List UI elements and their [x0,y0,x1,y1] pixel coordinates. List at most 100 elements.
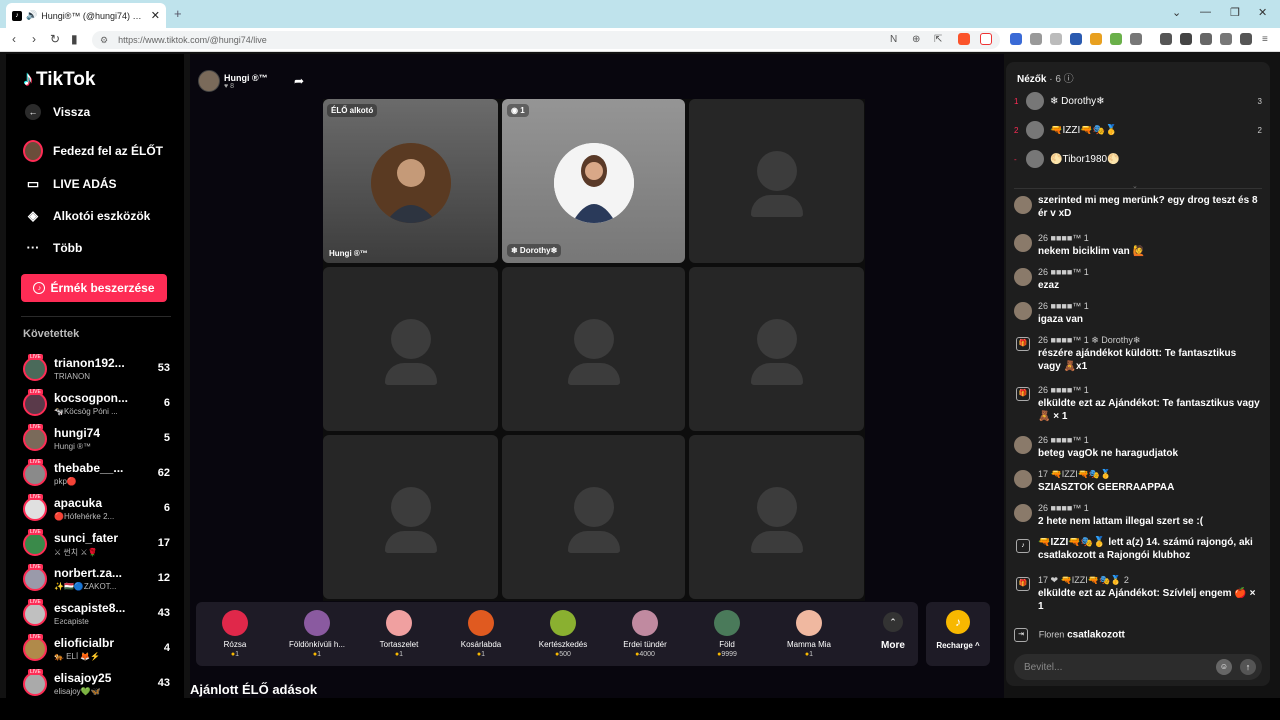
chat-user[interactable]: 26 ■■■■™ 1 [1038,232,1260,245]
viewer-row[interactable]: - 🌕Tibor1980🌕 [1014,148,1262,170]
following-item[interactable]: LIVE apacuka 🔴Hófehérke 2... 6 [21,494,171,526]
following-item[interactable]: LIVE trianon192... TRIANON 53 [21,354,171,386]
extension-tool-icon[interactable] [1030,33,1042,45]
avatar[interactable] [1014,196,1032,214]
chat-user[interactable]: 26 ■■■■™ 1 [1038,434,1260,447]
media-icon[interactable] [1160,33,1172,45]
avatar[interactable] [1014,268,1032,286]
following-name: thebabe__... [54,461,124,475]
gift-item[interactable]: Mamma Mia ●1 [772,602,846,666]
following-item[interactable]: LIVE kocsogpon... 🐄Köcsög Póni ... 6 [21,389,171,421]
chat-user[interactable]: 26 ■■■■™ 1 [1038,502,1260,515]
downloads-icon[interactable] [1220,33,1232,45]
extension-a-icon[interactable] [1050,33,1062,45]
user-placeholder-body [567,363,620,385]
nav-creator-tools[interactable]: ◈ Alkotói eszközök [23,208,150,224]
gift-price-value: 4000 [639,651,655,658]
chat-user[interactable]: 26 ■■■■™ 1 [1038,266,1260,279]
following-item[interactable]: LIVE sunci_fater ⚔ 썬치 ⚔🌹 17 [21,529,171,561]
avatar[interactable] [1014,470,1032,488]
chat-user[interactable]: 17 🔫IZZI🔫🎭🥇 [1038,468,1260,481]
tiktok-logo[interactable]: ♪ TikTok [23,68,95,91]
extension-e-icon[interactable] [1130,33,1142,45]
recharge-button[interactable]: ♪ Recharge ^ [926,602,990,666]
gift-item[interactable]: Tortaszelet ●1 [362,602,436,666]
viewer-row[interactable]: 2 🔫IZZI🔫🎭🥇 2 [1014,119,1262,141]
extension-b-icon[interactable] [1070,33,1082,45]
viewers-count[interactable]: · 6 ⓘ [1049,74,1073,85]
following-name: kocsogpon... [54,391,129,405]
avatar[interactable] [1014,504,1032,522]
send-icon[interactable]: ↑ [1240,659,1256,675]
translate-icon[interactable]: N [890,34,897,45]
chat-user[interactable]: 26 ■■■■™ 1 [1038,384,1260,397]
minimize-icon[interactable]: — [1200,6,1211,18]
guest-video-cell[interactable]: ◉ 1 ❄ Dorothy❄ [502,99,685,263]
zoom-icon[interactable]: ⊕ [912,34,920,45]
rewards-icon[interactable] [980,33,992,45]
gift-item[interactable]: Erdei tündér ●4000 [608,602,682,666]
gift-item[interactable]: Rózsa ●1 [198,602,272,666]
avatar[interactable] [1014,436,1032,454]
chat-input[interactable]: Bevitel... ☺ ↑ [1014,654,1262,680]
nav-live-broadcast[interactable]: ▭ LIVE ADÁS [23,176,117,192]
host-info[interactable]: Hungi ®™ ♥ 8 [198,70,268,92]
avatar[interactable] [1014,234,1032,252]
following-item[interactable]: LIVE elisajoy25 elisajoy💚🦋 43 [21,669,171,698]
empty-seat[interactable] [689,435,864,599]
following-item[interactable]: LIVE hungi74 Hungi ®™ 5 [21,424,171,456]
site-info-icon[interactable]: ⚙ [100,35,108,46]
nav-more[interactable]: ··· Több [23,240,83,255]
speaker-icon[interactable]: 🔊 [26,10,37,21]
following-item[interactable]: LIVE norbert.za... ✨🇭🇺🔵ZAKOT... 12 [21,564,171,596]
close-tab-icon[interactable]: ✕ [151,9,160,22]
following-item[interactable]: LIVE elioficialbr 🐅 ELÍ 🦊⚡ 4 [21,634,171,666]
host-label: Hungi ®™ [329,249,368,258]
share-page-icon[interactable]: ⇱ [934,34,942,45]
sidebar-toggle-icon[interactable] [1180,33,1192,45]
viewer-row[interactable]: 1 ❄ Dorothy❄ 3 [1014,90,1262,112]
restore-icon[interactable]: ❐ [1230,6,1240,19]
gift-item[interactable]: Kosárlabda ●1 [444,602,518,666]
extension-c-icon[interactable] [1090,33,1102,45]
chat-user[interactable]: 26 ■■■■™ 1 [1038,300,1260,313]
close-window-icon[interactable]: ✕ [1258,6,1267,19]
gift-item[interactable]: Kertészkedés ●500 [526,602,600,666]
chat-user[interactable]: 26 ■■■■™ 1 ❄ Dorothy❄ [1038,334,1260,347]
following-item[interactable]: LIVE thebabe__... pkp🔴 62 [21,459,171,491]
brave-shield-icon[interactable] [958,33,970,45]
back-button[interactable]: ← Vissza [23,104,90,120]
get-coins-button[interactable]: ♪ Érmék beszerzése [21,274,167,302]
bookmark-icon[interactable]: ▮ [71,32,78,46]
share-icon[interactable]: ➦ [294,74,304,88]
empty-seat[interactable] [689,267,864,431]
extension-d-icon[interactable] [1110,33,1122,45]
following-item[interactable]: LIVE escapiste8... Eꙅcapiste 43 [21,599,171,631]
tab-search-icon[interactable]: ⌄ [1172,6,1181,19]
empty-seat[interactable] [502,267,685,431]
vpn-icon[interactable] [1240,33,1252,45]
new-tab-icon[interactable]: + [174,6,182,21]
host-avatar[interactable] [198,70,220,92]
emoji-icon[interactable]: ☺ [1216,659,1232,675]
wallet-icon[interactable] [1200,33,1212,45]
empty-seat[interactable] [502,435,685,599]
empty-seat[interactable] [323,435,498,599]
empty-seat[interactable] [689,99,864,263]
back-nav-icon[interactable]: ‹ [12,32,16,46]
nav-discover-live[interactable]: Fedezd fel az ÉLŐT [23,140,163,162]
host-video-cell[interactable]: ÉLŐ alkotó Hungi ®™ [323,99,498,263]
menu-icon[interactable]: ≡ [1262,34,1268,45]
more-gifts-button[interactable]: ⌃ More [868,602,918,666]
live-badge: LIVE [28,669,43,675]
gift-item[interactable]: Föld ●9999 [690,602,764,666]
tab-active[interactable]: ♪ 🔊 Hungi®™ (@hungi74) ÉLŐ a ✕ [6,3,166,28]
avatar[interactable] [1014,302,1032,320]
chat-user[interactable]: 17 ❤ 🔫IZZI🔫🎭🥇 2 [1038,574,1260,587]
gift-item[interactable]: Földönkívüli h... ●1 [280,602,354,666]
extension-translate-icon[interactable] [1010,33,1022,45]
url-field[interactable]: ⚙ https://www.tiktok.com/@hungi74/live [92,31,1000,49]
forward-nav-icon[interactable]: › [32,32,36,46]
reload-icon[interactable]: ↻ [50,32,60,46]
empty-seat[interactable] [323,267,498,431]
